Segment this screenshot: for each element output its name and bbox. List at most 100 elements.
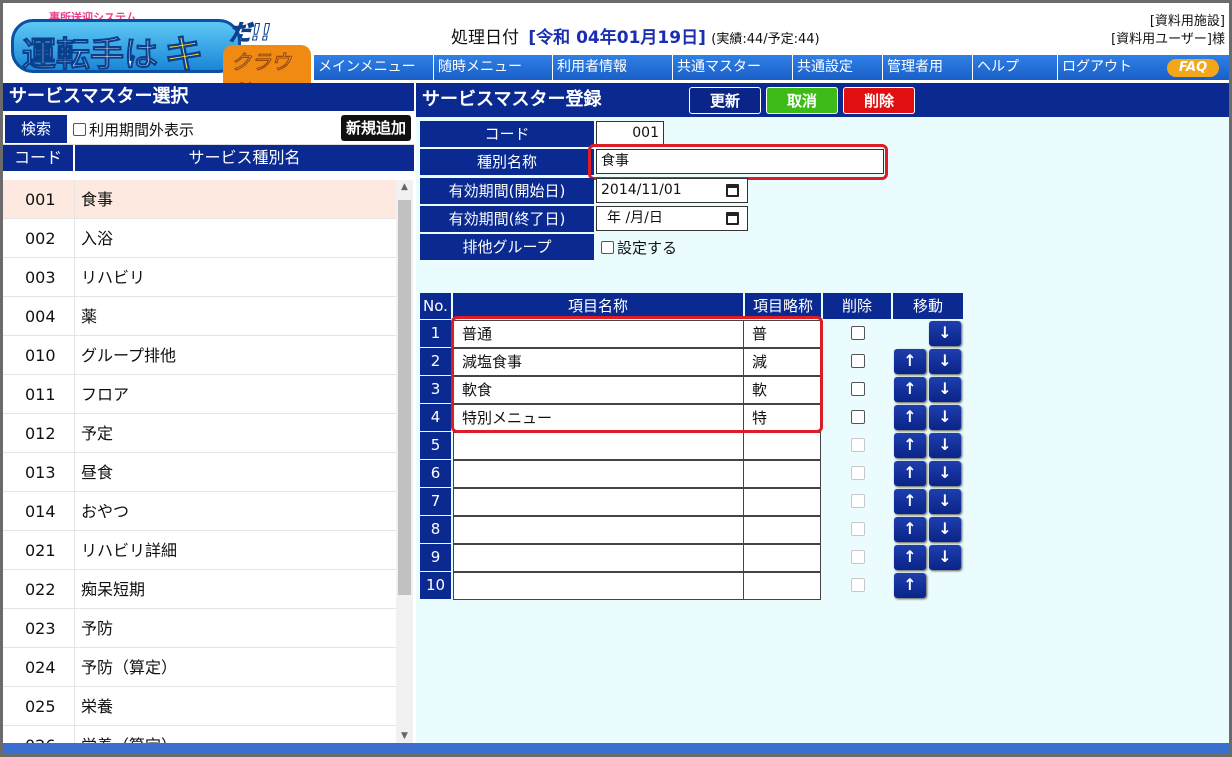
nav-adhoc-menu[interactable]: 随時メニュー bbox=[433, 55, 552, 80]
service-list-row[interactable]: 001 食事 bbox=[3, 180, 396, 219]
scrollbar-thumb[interactable] bbox=[398, 200, 411, 595]
nav-user-info[interactable]: 利用者情報 bbox=[552, 55, 672, 80]
move-up-button[interactable]: ↑ bbox=[894, 377, 926, 402]
move-down-button[interactable]: ↓ bbox=[929, 405, 961, 430]
calendar-icon[interactable] bbox=[726, 212, 739, 225]
service-name: 予定 bbox=[81, 424, 114, 443]
service-list-row[interactable]: 011 フロア bbox=[3, 375, 396, 414]
service-name: 栄養（算定） bbox=[75, 726, 177, 743]
processing-date: 処理日付 [令和 04年01月19日] (実績:44/予定:44) bbox=[451, 23, 820, 48]
move-up-button[interactable]: ↑ bbox=[894, 349, 926, 374]
service-name: おやつ bbox=[81, 502, 130, 521]
item-name-field[interactable] bbox=[453, 544, 744, 572]
service-name: 予防（算定） bbox=[81, 658, 178, 677]
app-logo[interactable]: 事所送迎システム 運転手は キミ だ!! クラウド bbox=[11, 7, 311, 137]
item-abbr-field[interactable] bbox=[743, 572, 821, 600]
status-bar bbox=[3, 743, 1229, 754]
nav-admin[interactable]: 管理者用 bbox=[882, 55, 972, 80]
service-list-row[interactable]: 003 リハビリ bbox=[3, 258, 396, 297]
service-code: 022 bbox=[3, 570, 75, 608]
exclusive-group-checkbox[interactable] bbox=[601, 241, 614, 254]
item-delete-checkbox bbox=[851, 466, 865, 480]
service-name: リハビリ詳細 bbox=[81, 541, 178, 560]
item-name-field[interactable] bbox=[453, 572, 744, 600]
cancel-button[interactable]: 取消 bbox=[766, 87, 838, 114]
item-abbr-field[interactable] bbox=[743, 432, 821, 460]
move-up-button[interactable]: ↑ bbox=[894, 433, 926, 458]
item-row-number: 4 bbox=[420, 404, 451, 431]
move-down-button[interactable]: ↓ bbox=[929, 377, 961, 402]
move-up-button[interactable]: ↑ bbox=[894, 405, 926, 430]
grid-header-move: 移動 bbox=[893, 293, 963, 319]
move-down-button[interactable]: ↓ bbox=[929, 517, 961, 542]
move-up-button[interactable]: ↑ bbox=[894, 545, 926, 570]
user-name: [資料用ユーザー]様 bbox=[1111, 32, 1225, 47]
move-down-button[interactable]: ↓ bbox=[929, 349, 961, 374]
move-down-button[interactable]: ↓ bbox=[929, 489, 961, 514]
update-button[interactable]: 更新 bbox=[689, 87, 761, 114]
search-button[interactable]: 検索 bbox=[5, 115, 67, 143]
move-up-button[interactable]: ↑ bbox=[894, 517, 926, 542]
item-name-field[interactable] bbox=[453, 488, 744, 516]
item-name-field[interactable] bbox=[453, 516, 744, 544]
item-row-number: 10 bbox=[420, 572, 451, 599]
start-date-value: 2014/11/01 bbox=[601, 182, 682, 198]
nav-common-settings[interactable]: 共通設定 bbox=[792, 55, 882, 80]
code-field[interactable]: 001 bbox=[596, 121, 664, 146]
item-abbr-field[interactable] bbox=[743, 544, 821, 572]
nav-main-menu[interactable]: メインメニュー bbox=[313, 55, 433, 80]
out-of-period-toggle[interactable]: 利用期間外表示 bbox=[73, 119, 194, 140]
item-name-field[interactable] bbox=[453, 460, 744, 488]
faq-button[interactable]: FAQ bbox=[1167, 59, 1219, 77]
move-up-button[interactable]: ↑ bbox=[894, 489, 926, 514]
item-delete-checkbox[interactable] bbox=[851, 410, 865, 424]
service-list-row[interactable]: 013 昼食 bbox=[3, 453, 396, 492]
service-list-row[interactable]: 026栄養（算定） bbox=[3, 726, 396, 743]
move-up-button[interactable]: ↑ bbox=[894, 573, 926, 598]
processing-date-value[interactable]: [令和 04年01月19日] bbox=[528, 28, 705, 48]
nav-help[interactable]: ヘルプ bbox=[972, 55, 1057, 80]
scroll-down-icon[interactable]: ▼ bbox=[396, 731, 413, 741]
add-new-button[interactable]: 新規追加 bbox=[341, 115, 411, 141]
move-down-button[interactable]: ↓ bbox=[929, 433, 961, 458]
service-list-row[interactable]: 021 リハビリ詳細 bbox=[3, 531, 396, 570]
nav-logout[interactable]: ログアウト bbox=[1057, 55, 1157, 80]
item-name-field[interactable] bbox=[453, 432, 744, 460]
facility-name: [資料用施設] bbox=[1149, 14, 1225, 29]
delete-button[interactable]: 削除 bbox=[843, 87, 915, 114]
item-delete-checkbox[interactable] bbox=[851, 382, 865, 396]
service-code: 014 bbox=[3, 492, 75, 530]
service-list-row[interactable]: 004 薬 bbox=[3, 297, 396, 336]
nav-common-master[interactable]: 共通マスター bbox=[672, 55, 792, 80]
end-date-field[interactable]: 年 /月/日 bbox=[596, 206, 748, 231]
item-abbr-field[interactable] bbox=[743, 460, 821, 488]
item-row-number: 9 bbox=[420, 544, 451, 571]
item-row-number: 3 bbox=[420, 376, 451, 403]
service-list-row[interactable]: 012 予定 bbox=[3, 414, 396, 453]
main-nav: メインメニュー 随時メニュー 利用者情報 共通マスター 共通設定 管理者用 ヘル… bbox=[313, 55, 1229, 80]
service-code: 004 bbox=[3, 297, 75, 335]
exclusive-group-toggle[interactable]: 設定する bbox=[601, 237, 677, 258]
service-list-row[interactable]: 024 予防（算定） bbox=[3, 648, 396, 687]
item-delete-checkbox bbox=[851, 438, 865, 452]
item-abbr-field[interactable] bbox=[743, 516, 821, 544]
service-list-row[interactable]: 022 痴呆短期 bbox=[3, 570, 396, 609]
scroll-up-icon[interactable]: ▲ bbox=[396, 182, 413, 192]
move-up-button[interactable]: ↑ bbox=[894, 461, 926, 486]
item-delete-checkbox[interactable] bbox=[851, 326, 865, 340]
move-down-button[interactable]: ↓ bbox=[929, 321, 961, 346]
move-down-button[interactable]: ↓ bbox=[929, 545, 961, 570]
service-list-row[interactable]: 010 グループ排他 bbox=[3, 336, 396, 375]
start-date-field[interactable]: 2014/11/01 bbox=[596, 178, 748, 203]
service-list-row[interactable]: 025 栄養 bbox=[3, 687, 396, 726]
calendar-icon[interactable] bbox=[726, 184, 739, 197]
service-list-row[interactable]: 014 おやつ bbox=[3, 492, 396, 531]
service-list-row[interactable]: 023 予防 bbox=[3, 609, 396, 648]
move-down-button[interactable]: ↓ bbox=[929, 461, 961, 486]
out-of-period-checkbox[interactable] bbox=[73, 123, 86, 136]
service-list-row[interactable]: 002 入浴 bbox=[3, 219, 396, 258]
service-list-scrollbar[interactable]: ▲ ▼ bbox=[396, 180, 413, 743]
service-code: 013 bbox=[3, 453, 75, 491]
item-delete-checkbox[interactable] bbox=[851, 354, 865, 368]
item-abbr-field[interactable] bbox=[743, 488, 821, 516]
